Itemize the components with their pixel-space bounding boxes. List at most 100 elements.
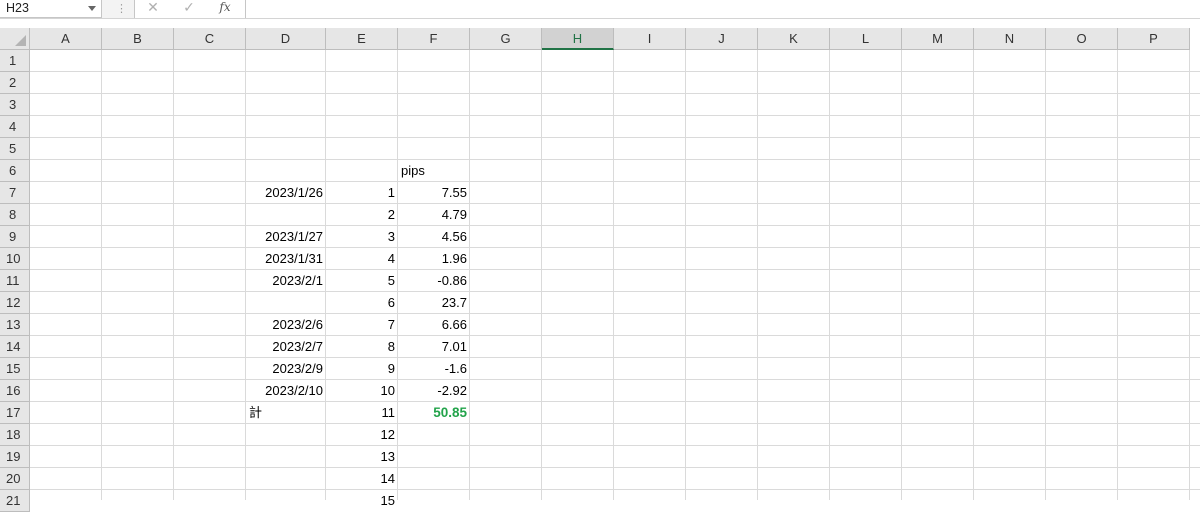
grid-column-line <box>757 50 758 500</box>
row-header-4[interactable]: 4 <box>0 116 30 138</box>
grid-row-line <box>30 445 1200 446</box>
cell-d7[interactable]: 2023/1/26 <box>246 182 326 204</box>
cell-e13[interactable]: 7 <box>326 314 398 336</box>
cell-d11[interactable]: 2023/2/1 <box>246 270 326 292</box>
cell-e16[interactable]: 10 <box>326 380 398 402</box>
column-header-l[interactable]: L <box>830 28 902 50</box>
grid-row-line <box>30 203 1200 204</box>
cell-e8[interactable]: 2 <box>326 204 398 226</box>
grid-row-line <box>30 181 1200 182</box>
grid-row-line <box>30 489 1200 490</box>
row-header-13[interactable]: 13 <box>0 314 30 336</box>
column-header-a[interactable]: A <box>30 28 102 50</box>
enter-icon[interactable]: ✓ <box>179 0 199 18</box>
cell-f17[interactable]: 50.85 <box>398 402 470 424</box>
row-header-3[interactable]: 3 <box>0 94 30 116</box>
select-all-icon <box>15 35 26 46</box>
cell-f15[interactable]: -1.6 <box>398 358 470 380</box>
grid-column-line <box>613 50 614 500</box>
column-header-m[interactable]: M <box>902 28 974 50</box>
cell-e18[interactable]: 12 <box>326 424 398 446</box>
column-header-j[interactable]: J <box>686 28 758 50</box>
row-header-7[interactable]: 7 <box>0 182 30 204</box>
grid-row-line <box>30 71 1200 72</box>
cell-grid[interactable] <box>30 50 1200 500</box>
row-header-17[interactable]: 17 <box>0 402 30 424</box>
cell-e9[interactable]: 3 <box>326 226 398 248</box>
cell-f9[interactable]: 4.56 <box>398 226 470 248</box>
row-header-2[interactable]: 2 <box>0 72 30 94</box>
formula-input[interactable] <box>246 0 1200 18</box>
grid-row-line <box>30 335 1200 336</box>
formula-bar-buttons: ✕ ✓ fx <box>134 0 246 18</box>
column-header-f[interactable]: F <box>398 28 470 50</box>
column-header-e[interactable]: E <box>326 28 398 50</box>
cell-f10[interactable]: 1.96 <box>398 248 470 270</box>
column-header-d[interactable]: D <box>246 28 326 50</box>
cell-f16[interactable]: -2.92 <box>398 380 470 402</box>
cell-f7[interactable]: 7.55 <box>398 182 470 204</box>
grid-column-line <box>1045 50 1046 500</box>
cell-d10[interactable]: 2023/1/31 <box>246 248 326 270</box>
column-header-n[interactable]: N <box>974 28 1046 50</box>
cell-f6[interactable]: pips <box>398 160 470 182</box>
column-header-b[interactable]: B <box>102 28 174 50</box>
row-header-18[interactable]: 18 <box>0 424 30 446</box>
cell-d15[interactable]: 2023/2/9 <box>246 358 326 380</box>
row-header-1[interactable]: 1 <box>0 50 30 72</box>
row-header-16[interactable]: 16 <box>0 380 30 402</box>
column-header-k[interactable]: K <box>758 28 830 50</box>
insert-function-icon[interactable]: fx <box>215 0 235 18</box>
grid-column-line <box>101 50 102 500</box>
column-header-o[interactable]: O <box>1046 28 1118 50</box>
row-header-15[interactable]: 15 <box>0 358 30 380</box>
column-header-i[interactable]: I <box>614 28 686 50</box>
cell-e7[interactable]: 1 <box>326 182 398 204</box>
column-header-h[interactable]: H <box>542 28 614 50</box>
name-box-dropdown-icon[interactable] <box>88 6 96 11</box>
cell-d14[interactable]: 2023/2/7 <box>246 336 326 358</box>
row-header-20[interactable]: 20 <box>0 468 30 490</box>
cell-e15[interactable]: 9 <box>326 358 398 380</box>
column-header-g[interactable]: G <box>470 28 542 50</box>
cell-e12[interactable]: 6 <box>326 292 398 314</box>
row-header-11[interactable]: 11 <box>0 270 30 292</box>
cell-e20[interactable]: 14 <box>326 468 398 490</box>
select-all-button[interactable] <box>0 28 30 50</box>
formula-bar-grip-icon[interactable]: ⋮ <box>116 2 127 16</box>
cell-e10[interactable]: 4 <box>326 248 398 270</box>
grid-column-line <box>1189 50 1190 500</box>
grid-column-line <box>685 50 686 500</box>
row-header-12[interactable]: 12 <box>0 292 30 314</box>
column-header-c[interactable]: C <box>174 28 246 50</box>
cell-e19[interactable]: 13 <box>326 446 398 468</box>
row-header-14[interactable]: 14 <box>0 336 30 358</box>
cancel-icon[interactable]: ✕ <box>143 0 163 18</box>
cell-e14[interactable]: 8 <box>326 336 398 358</box>
cell-f11[interactable]: -0.86 <box>398 270 470 292</box>
row-header-19[interactable]: 19 <box>0 446 30 468</box>
row-header-21[interactable]: 21 <box>0 490 30 512</box>
grid-row-line <box>30 247 1200 248</box>
cell-d13[interactable]: 2023/2/6 <box>246 314 326 336</box>
grid-row-line <box>30 467 1200 468</box>
grid-row-line <box>30 269 1200 270</box>
cell-d17[interactable]: 計 <box>246 402 326 424</box>
column-header-p[interactable]: P <box>1118 28 1190 50</box>
name-box[interactable]: H23 <box>0 0 102 18</box>
cell-d16[interactable]: 2023/2/10 <box>246 380 326 402</box>
cell-f13[interactable]: 6.66 <box>398 314 470 336</box>
cell-f12[interactable]: 23.7 <box>398 292 470 314</box>
row-header-10[interactable]: 10 <box>0 248 30 270</box>
cell-e17[interactable]: 11 <box>326 402 398 424</box>
row-header-5[interactable]: 5 <box>0 138 30 160</box>
cell-f8[interactable]: 4.79 <box>398 204 470 226</box>
row-header-9[interactable]: 9 <box>0 226 30 248</box>
row-header-6[interactable]: 6 <box>0 160 30 182</box>
cell-e21[interactable]: 15 <box>326 490 398 512</box>
cell-e11[interactable]: 5 <box>326 270 398 292</box>
grid-row-line <box>30 379 1200 380</box>
cell-d9[interactable]: 2023/1/27 <box>246 226 326 248</box>
row-header-8[interactable]: 8 <box>0 204 30 226</box>
cell-f14[interactable]: 7.01 <box>398 336 470 358</box>
